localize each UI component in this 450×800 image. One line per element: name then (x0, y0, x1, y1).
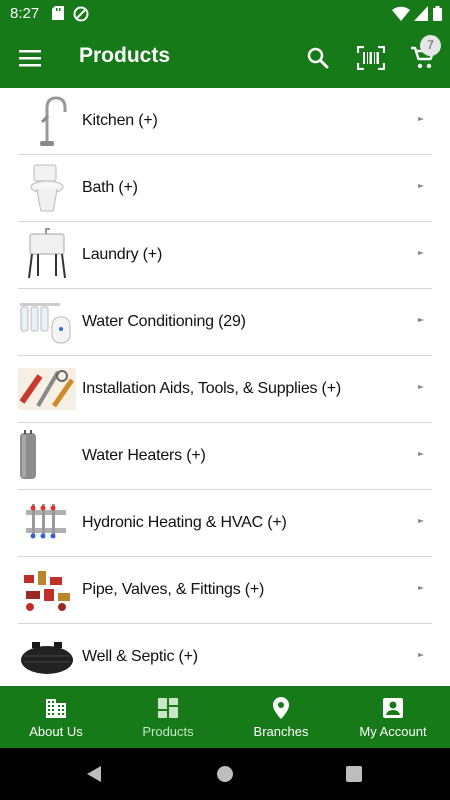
category-label: Water Heaters (+) (82, 447, 206, 464)
chevron-right-icon (418, 184, 424, 188)
chevron-right-icon (418, 251, 424, 255)
category-well-septic[interactable]: Well & Septic (+) (18, 624, 432, 686)
nav-products[interactable]: Products (112, 686, 224, 748)
category-label: Well & Septic (+) (82, 648, 198, 665)
home-icon[interactable] (216, 765, 234, 783)
category-water-conditioning[interactable]: Water Conditioning (29) (18, 289, 432, 356)
septic-tank-image (21, 642, 73, 674)
hamburger-menu-icon (19, 50, 41, 67)
building-icon (46, 699, 66, 718)
wifi-icon (392, 6, 410, 21)
filter-system-image (20, 303, 71, 344)
nav-branches[interactable]: Branches (225, 686, 337, 748)
nav-label: About Us (29, 724, 83, 739)
chevron-right-icon (418, 519, 424, 523)
chevron-right-icon (418, 117, 424, 121)
category-hydronic-heating[interactable]: Hydronic Heating & HVAC (+) (18, 490, 432, 557)
nav-label: My Account (359, 724, 427, 739)
status-bar: 8:27 (0, 0, 450, 28)
category-label: Water Conditioning (29) (82, 313, 246, 330)
barcode-scan-button[interactable] (355, 42, 387, 74)
category-label: Laundry (+) (82, 246, 163, 263)
sd-card-icon (52, 6, 64, 20)
category-label: Installation Aids, Tools, & Supplies (+) (82, 380, 341, 397)
chevron-right-icon (418, 653, 424, 657)
map-pin-icon (273, 697, 289, 719)
category-kitchen[interactable]: Kitchen (+) (18, 88, 432, 155)
bottom-navigation: About Us Products Branches My Account (0, 686, 450, 748)
barcode-scan-icon (357, 46, 385, 70)
chevron-right-icon (418, 452, 424, 456)
status-time: 8:27 (10, 5, 40, 22)
category-label: Hydronic Heating & HVAC (+) (82, 514, 287, 531)
back-icon[interactable] (86, 765, 102, 783)
category-label: Pipe, Valves, & Fittings (+) (82, 581, 265, 598)
nav-label: Products (142, 724, 194, 739)
category-label: Bath (+) (82, 179, 138, 196)
category-water-heaters[interactable]: Water Heaters (+) (18, 423, 432, 490)
signal-icon (414, 6, 428, 21)
chevron-right-icon (418, 385, 424, 389)
nav-my-account[interactable]: My Account (337, 686, 449, 748)
category-bath[interactable]: Bath (+) (18, 155, 432, 222)
recents-icon[interactable] (346, 766, 362, 782)
nav-about-us[interactable]: About Us (0, 686, 112, 748)
laundry-tub-image (28, 228, 66, 279)
grid-icon (158, 698, 178, 718)
app-bar: Products (0, 28, 450, 88)
faucet-image (40, 96, 67, 146)
nav-label: Branches (253, 724, 309, 739)
system-navigation-bar (0, 748, 450, 800)
fittings-image (24, 571, 70, 611)
category-laundry[interactable]: Laundry (+) (18, 222, 432, 289)
page-title: Products (79, 44, 171, 67)
manifold-image (26, 504, 66, 539)
chevron-right-icon (418, 318, 424, 322)
water-heater-image (20, 430, 36, 479)
category-installation-aids[interactable]: Installation Aids, Tools, & Supplies (+) (18, 356, 432, 423)
battery-icon (433, 6, 442, 21)
category-pipe-valves-fittings[interactable]: Pipe, Valves, & Fittings (+) (18, 557, 432, 624)
search-icon (307, 47, 329, 69)
cart-count-badge: 7 (420, 35, 441, 56)
menu-button[interactable] (14, 42, 46, 74)
chevron-right-icon (418, 586, 424, 590)
toilet-image (30, 164, 64, 212)
tools-image (18, 368, 76, 410)
category-label: Kitchen (+) (82, 112, 158, 129)
product-category-list: Kitchen (+) Bath (+) Laundry (+) Water C… (0, 88, 450, 686)
data-saver-icon (73, 6, 89, 22)
search-button[interactable] (302, 42, 334, 74)
account-icon (383, 698, 403, 718)
